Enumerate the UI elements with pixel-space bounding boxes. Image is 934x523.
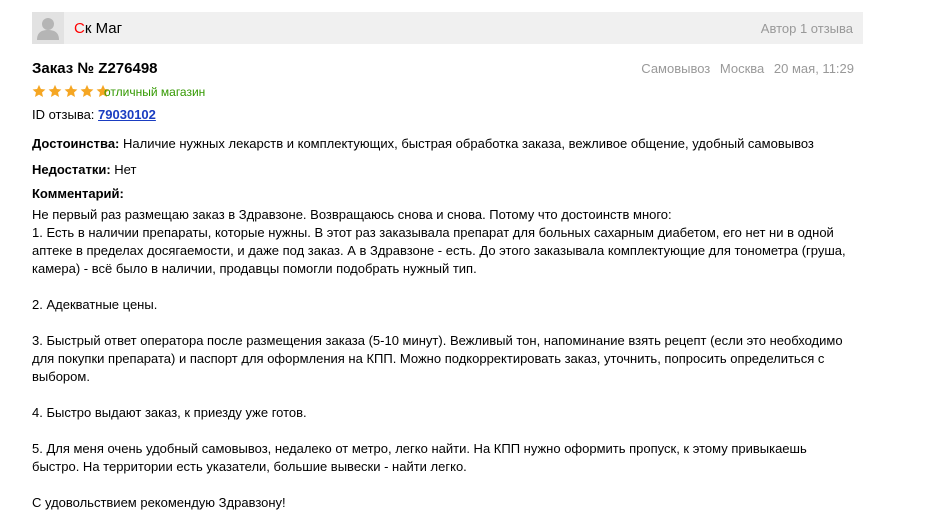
rating-text: отличный магазин: [104, 85, 206, 99]
review-meta: Самовывоз Москва 20 мая, 11:29: [641, 61, 854, 76]
comment-line: аптеке в пределах досягаемости, и даже п…: [32, 243, 846, 258]
cons-text: Нет: [114, 162, 137, 177]
comment-line: выбором.: [32, 369, 90, 384]
pros-label: Достоинства:: [32, 136, 120, 151]
comment-line: С удовольствием рекомендую Здравзону!: [32, 495, 286, 510]
comment-line: быстро. На территории есть указатели, бо…: [32, 459, 467, 474]
comment-line: 3. Быстрый ответ оператора после размеще…: [32, 333, 843, 348]
delivery-type: Самовывоз: [641, 61, 711, 76]
cons-field: Недостатки: Нет: [32, 162, 136, 177]
author-name-first-letter: С: [74, 20, 85, 37]
star-icon: [48, 84, 62, 97]
comment-line: 4. Быстро выдают заказ, к приезду уже го…: [32, 405, 307, 420]
comment-line: камера) - всё было в наличии, продавцы п…: [32, 261, 477, 276]
review-id-label: ID отзыва:: [32, 107, 95, 122]
star-icon: [32, 84, 46, 97]
comment-label: Комментарий:: [32, 186, 124, 201]
user-silhouette-icon[interactable]: [32, 12, 64, 44]
author-name-link[interactable]: Ск Маг: [74, 20, 122, 37]
rating-stars: [32, 84, 110, 99]
comment-line: 5. Для меня очень удобный самовывоз, нед…: [32, 441, 807, 456]
comment-line: 2. Адекватные цены.: [32, 297, 158, 312]
cons-label: Недостатки:: [32, 162, 111, 177]
star-icon: [80, 84, 94, 97]
comment-line: Не первый раз размещаю заказ в Здравзоне…: [32, 207, 672, 222]
star-icon: [64, 84, 78, 97]
pros-field: Достоинства: Наличие нужных лекарств и к…: [32, 136, 814, 151]
author-name-rest: к Маг: [84, 20, 123, 37]
review-date: 20 мая, 11:29: [773, 61, 854, 76]
author-review-count: Автор 1 отзыва: [760, 21, 853, 36]
pros-text: Наличие нужных лекарств и комплектующих,…: [123, 136, 814, 151]
comment-line: для покупки препарата) и паспорт для офо…: [32, 351, 825, 366]
comment-body: Не первый раз размещаю заказ в Здравзоне…: [32, 206, 852, 512]
order-title: Заказ № Z276498: [32, 60, 158, 77]
review-author-bar: Ск Маг Автор 1 отзыва: [32, 12, 863, 44]
review-id: ID отзыва: 79030102: [32, 107, 156, 122]
review-id-link[interactable]: 79030102: [98, 107, 156, 122]
comment-line: 1. Есть в наличии препараты, которые нуж…: [32, 225, 834, 240]
city: Москва: [719, 61, 765, 76]
